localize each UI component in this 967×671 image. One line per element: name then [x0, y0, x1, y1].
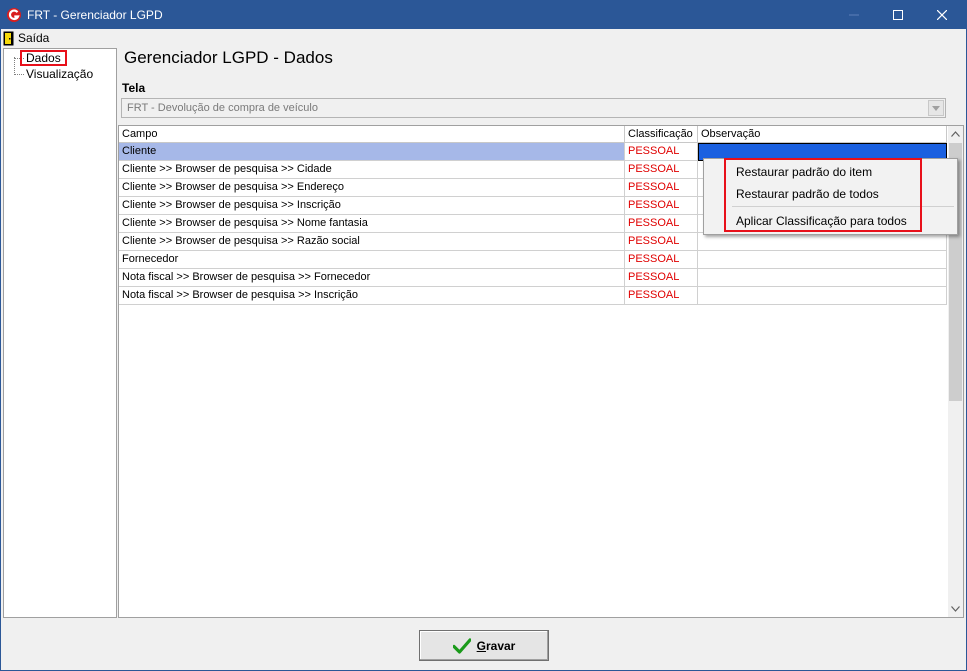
- menu-item-aplicar-classificacao[interactable]: Aplicar Classificação para todos: [736, 214, 907, 228]
- tree-connector: [14, 57, 15, 75]
- cell-campo[interactable]: Cliente >> Browser de pesquisa >> Endere…: [119, 179, 625, 197]
- checkmark-icon: [452, 637, 471, 654]
- cell-observacao[interactable]: [698, 287, 947, 305]
- column-header-classificacao[interactable]: Classificação: [625, 126, 698, 143]
- menu-separator: [732, 206, 954, 207]
- menu-item-restaurar-item[interactable]: Restaurar padrão do item: [736, 165, 872, 179]
- tree-connector: [14, 74, 24, 75]
- maximize-icon: [893, 10, 903, 20]
- cell-classificacao[interactable]: PESSOAL: [625, 161, 698, 179]
- tela-dropdown-button[interactable]: [928, 100, 944, 116]
- save-button[interactable]: Gravar: [419, 630, 549, 661]
- tela-select[interactable]: FRT - Devolução de compra de veículo: [121, 98, 946, 118]
- page-title: Gerenciador LGPD - Dados: [124, 48, 333, 67]
- exit-menu-item[interactable]: Saída: [3, 30, 49, 46]
- cell-classificacao[interactable]: PESSOAL: [625, 269, 698, 287]
- table-row[interactable]: Cliente >> Browser de pesquisa >> Razão …: [119, 233, 947, 251]
- tree-item-dados[interactable]: Dados: [20, 50, 67, 66]
- cell-classificacao[interactable]: PESSOAL: [625, 287, 698, 305]
- context-menu: Restaurar padrão do item Restaurar padrã…: [703, 158, 958, 235]
- title-bar[interactable]: FRT - Gerenciador LGPD: [1, 1, 966, 29]
- tela-label: Tela: [122, 81, 146, 95]
- chevron-down-icon: [932, 105, 940, 111]
- cell-campo[interactable]: Cliente >> Browser de pesquisa >> Inscri…: [119, 197, 625, 215]
- cell-observacao[interactable]: [698, 251, 947, 269]
- cell-campo[interactable]: Fornecedor: [119, 251, 625, 269]
- menu-item-restaurar-todos[interactable]: Restaurar padrão de todos: [736, 187, 879, 201]
- column-header-campo[interactable]: Campo: [119, 126, 625, 143]
- table-row[interactable]: Nota fiscal >> Browser de pesquisa >> In…: [119, 287, 947, 305]
- minimize-button[interactable]: [832, 1, 876, 29]
- cell-campo[interactable]: Cliente: [119, 143, 625, 161]
- cell-classificacao[interactable]: PESSOAL: [625, 251, 698, 269]
- window-title: FRT - Gerenciador LGPD: [27, 8, 163, 22]
- cell-campo[interactable]: Nota fiscal >> Browser de pesquisa >> Fo…: [119, 269, 625, 287]
- tela-select-value: FRT - Devolução de compra de veículo: [127, 102, 318, 114]
- cell-observacao[interactable]: [698, 233, 947, 251]
- chevron-down-icon: [951, 605, 960, 612]
- cell-campo[interactable]: Cliente >> Browser de pesquisa >> Razão …: [119, 233, 625, 251]
- grid-header: Campo Classificação Observação: [119, 126, 947, 143]
- maximize-button[interactable]: [876, 1, 920, 29]
- scroll-down-button[interactable]: [948, 601, 963, 616]
- save-label-rest: ravar: [485, 638, 516, 653]
- cell-campo[interactable]: Nota fiscal >> Browser de pesquisa >> In…: [119, 287, 625, 305]
- cell-classificacao[interactable]: PESSOAL: [625, 143, 698, 161]
- tree-item-visualizacao[interactable]: Visualização: [24, 67, 95, 83]
- cell-campo[interactable]: Cliente >> Browser de pesquisa >> Nome f…: [119, 215, 625, 233]
- cell-observacao[interactable]: [698, 269, 947, 287]
- menu-bar: Saída: [1, 29, 966, 47]
- exit-label: Saída: [18, 31, 50, 45]
- navigation-tree: Dados Visualização: [3, 48, 117, 618]
- table-row[interactable]: Fornecedor PESSOAL: [119, 251, 947, 269]
- close-icon: [937, 10, 947, 20]
- cell-classificacao[interactable]: PESSOAL: [625, 179, 698, 197]
- cell-campo[interactable]: Cliente >> Browser de pesquisa >> Cidade: [119, 161, 625, 179]
- column-header-observacao[interactable]: Observação: [698, 126, 947, 143]
- table-row[interactable]: Nota fiscal >> Browser de pesquisa >> Fo…: [119, 269, 947, 287]
- app-window: FRT - Gerenciador LGPD Saída Dados Visua…: [0, 0, 967, 671]
- save-label-mnemonic: G: [476, 638, 486, 653]
- app-logo-icon: [7, 8, 21, 22]
- cell-classificacao[interactable]: PESSOAL: [625, 197, 698, 215]
- cell-classificacao[interactable]: PESSOAL: [625, 233, 698, 251]
- close-button[interactable]: [920, 1, 964, 29]
- minimize-icon: [849, 14, 859, 16]
- save-button-label: Gravar: [477, 639, 516, 653]
- cell-classificacao[interactable]: PESSOAL: [625, 215, 698, 233]
- exit-door-icon: [3, 31, 14, 45]
- scroll-up-button[interactable]: [948, 126, 963, 141]
- chevron-up-icon: [951, 130, 960, 137]
